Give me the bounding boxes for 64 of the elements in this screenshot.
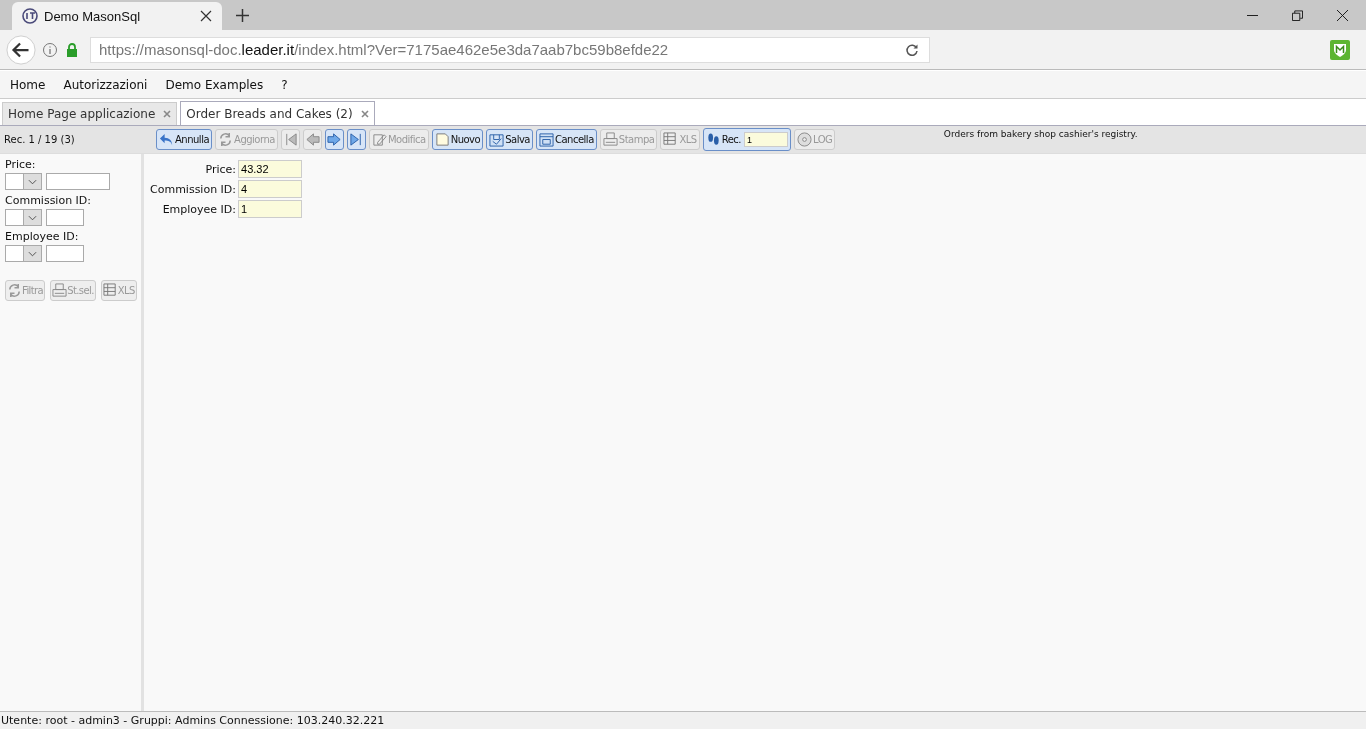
menu-item[interactable]: Home: [10, 77, 46, 92]
footprints-icon: [705, 132, 721, 147]
address-field[interactable]: https://masonsql-doc.leader.it/index.html?Ver=7175ae462e5e3da7aab7bc59b8efde22: [90, 36, 930, 63]
menu-item[interactable]: ?: [281, 77, 288, 92]
button-icon: [218, 132, 234, 147]
operator-dropdown[interactable]: [5, 245, 42, 262]
button-icon: [159, 132, 174, 147]
record-counter: Rec. 1 / 19 (3): [4, 134, 75, 145]
chevron-icon: [28, 178, 37, 185]
filter-label: Commission ID:: [5, 194, 93, 207]
chevron-icon: [28, 214, 37, 221]
input-field[interactable]: 4: [238, 180, 303, 198]
filter-label: Employee ID:: [5, 230, 80, 243]
button-icon: [663, 132, 679, 147]
toolbar-button[interactable]: Nuovo: [431, 129, 484, 150]
filter-input[interactable]: [46, 209, 84, 226]
tab[interactable]: Home Page applicazione: [2, 102, 178, 125]
menu-item[interactable]: Demo Examples: [165, 77, 264, 92]
tab[interactable]: Order Breads and Cakes (2): [180, 101, 375, 125]
button-icon: [539, 132, 554, 147]
toolbar-button[interactable]: Annulla: [156, 129, 213, 150]
toolbar-button[interactable]: Salva: [486, 129, 533, 150]
logo-icon: [22, 8, 38, 24]
menu-item[interactable]: Autorizzazioni: [63, 77, 148, 92]
filter-label: Price:: [5, 158, 37, 171]
record-jump-control[interactable]: Rec. 1: [702, 128, 791, 151]
shield-icon[interactable]: [1330, 39, 1350, 60]
back-icon[interactable]: [6, 34, 36, 65]
button-icon: [102, 283, 118, 298]
filter-input[interactable]: [46, 245, 84, 262]
nav-button[interactable]: [346, 129, 366, 150]
nav-button[interactable]: [324, 129, 344, 150]
info-icon[interactable]: [42, 41, 58, 58]
lock-icon: [64, 41, 80, 58]
chevron-icon: [28, 250, 37, 257]
button-icon: [371, 132, 387, 147]
button-icon: [7, 283, 22, 298]
arrow-icon: [326, 132, 342, 147]
operator-dropdown[interactable]: [5, 173, 42, 190]
new-tab-icon[interactable]: [236, 9, 249, 22]
button-icon: [797, 132, 812, 147]
restore-icon[interactable]: [1292, 9, 1303, 21]
field-label: Commission ID:: [150, 182, 237, 196]
field-label: Price:: [204, 162, 237, 176]
input-field[interactable]: 43.32: [238, 160, 303, 178]
field-label: Employee ID:: [161, 202, 237, 216]
button-icon: [489, 132, 505, 147]
browser-tab[interactable]: Demo MasonSql: [12, 2, 222, 30]
button-icon: [52, 283, 68, 298]
button-icon: [434, 132, 450, 147]
toolbar-button[interactable]: Cancella: [536, 129, 597, 150]
reload-icon[interactable]: [905, 42, 919, 57]
close-icon[interactable]: [1337, 9, 1348, 21]
operator-dropdown[interactable]: [5, 209, 42, 226]
description: Orders from bakery shop cashier's registry.: [943, 129, 1138, 139]
record-input[interactable]: 1: [744, 132, 788, 147]
arrow-icon: [304, 132, 320, 147]
tab-title: Demo MasonSql: [44, 8, 142, 24]
close-icon[interactable]: [200, 10, 212, 22]
button-icon: [602, 132, 618, 147]
input-field[interactable]: 1: [238, 200, 303, 218]
filter-input[interactable]: [46, 173, 110, 190]
arrow-icon: [348, 132, 364, 147]
status-text: Utente: root - admin3 - Gruppi: Admins Connessione: 103.240.32.221: [1, 714, 385, 727]
